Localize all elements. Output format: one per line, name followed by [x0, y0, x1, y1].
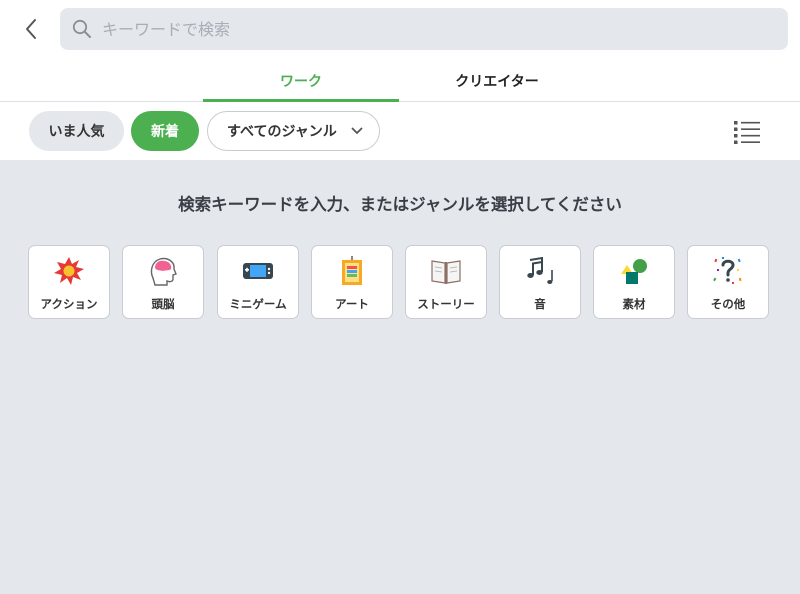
- genre-story[interactable]: ストーリー: [405, 245, 487, 319]
- shapes-icon: [618, 256, 650, 286]
- genre-sound[interactable]: 音: [499, 245, 581, 319]
- search-icon: [72, 19, 91, 38]
- tab-bar: ワーク クリエイター: [0, 60, 800, 102]
- question-confetti-icon: [712, 256, 744, 286]
- list-view-toggle[interactable]: [733, 119, 761, 145]
- explosion-icon: [53, 256, 85, 286]
- search-bar[interactable]: [60, 8, 788, 50]
- genre-material[interactable]: 素材: [593, 245, 675, 319]
- genre-label: アート: [335, 297, 369, 311]
- genre-brain[interactable]: 頭脳: [122, 245, 204, 319]
- top-bar: ワーク クリエイター いま人気 新着 すべてのジャンル: [0, 0, 800, 160]
- genre-label: 頭脳: [151, 297, 175, 311]
- canvas-icon: [336, 256, 368, 286]
- tab-creator[interactable]: クリエイター: [399, 60, 595, 102]
- back-button[interactable]: [16, 14, 46, 44]
- filter-bar: いま人気 新着 すべてのジャンル: [0, 102, 800, 160]
- genre-label: 素材: [622, 297, 646, 311]
- search-input[interactable]: [102, 19, 742, 39]
- search-prompt: 検索キーワードを入力、またはジャンルを選択してください: [178, 195, 622, 214]
- genre-label: アクション: [40, 297, 98, 311]
- new-filter-button[interactable]: 新着: [131, 111, 199, 151]
- popular-filter-button[interactable]: いま人気: [29, 111, 124, 151]
- tab-work[interactable]: ワーク: [203, 60, 399, 102]
- genre-label: 音: [534, 297, 546, 311]
- genre-select-label: すべてのジャンル: [227, 124, 337, 140]
- open-book-icon: [430, 256, 462, 286]
- list-view-icon: [734, 121, 760, 144]
- genre-label: ストーリー: [417, 297, 475, 311]
- genre-label: その他: [710, 297, 746, 311]
- genre-select[interactable]: すべてのジャンル: [207, 111, 380, 151]
- music-notes-icon: [524, 256, 556, 286]
- handheld-console-icon: [242, 256, 274, 286]
- genre-minigame[interactable]: ミニゲーム: [217, 245, 299, 319]
- chevron-down-icon: [351, 127, 363, 134]
- genre-other[interactable]: その他: [687, 245, 769, 319]
- genre-label: ミニゲーム: [229, 297, 287, 311]
- genre-art[interactable]: アート: [311, 245, 393, 319]
- genre-action[interactable]: アクション: [28, 245, 110, 319]
- chevron-left-icon: [26, 19, 36, 39]
- brain-head-icon: [147, 256, 179, 286]
